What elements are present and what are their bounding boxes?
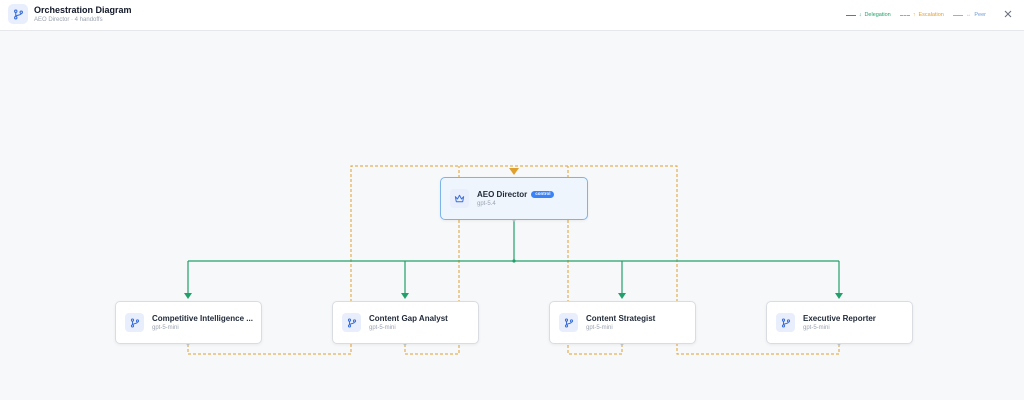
delegation-arrowhead-competitive [184,293,192,299]
node-name: Content Strategist [586,314,656,323]
node-model: gpt-5-mini [586,325,613,331]
control-badge: control [531,191,555,198]
crown-icon [450,189,469,208]
node-content-strategist[interactable]: Content Strategist gpt-5-mini [549,301,696,344]
delegation-arrowhead-reporter [835,293,843,299]
delegation-arrowhead-gap [401,293,409,299]
node-model: gpt-5.4 [477,201,496,207]
branch-icon [559,313,578,332]
node-model: gpt-5-mini [152,325,179,331]
node-name: Competitive Intelligence ... [152,314,253,323]
bus-junction [512,259,516,263]
node-name-text: AEO Director [477,190,528,199]
node-model: gpt-5-mini [803,325,830,331]
delegation-edges [187,220,840,294]
node-name: Content Gap Analyst [369,314,448,323]
node-model: gpt-5-mini [369,325,396,331]
node-name: Executive Reporter [803,314,876,323]
node-competitive-intelligence[interactable]: Competitive Intelligence ... gpt-5-mini [115,301,262,344]
branch-icon [776,313,795,332]
node-aeo-director[interactable]: AEO Director control gpt-5.4 [440,177,588,220]
node-executive-reporter[interactable]: Executive Reporter gpt-5-mini [766,301,913,344]
delegation-arrowheads [184,293,843,299]
node-name: AEO Director control [477,190,555,199]
node-content-gap-analyst[interactable]: Content Gap Analyst gpt-5-mini [332,301,479,344]
escalation-arrowhead [509,168,519,175]
branch-icon [342,313,361,332]
delegation-arrowhead-strategist [618,293,626,299]
branch-icon [125,313,144,332]
